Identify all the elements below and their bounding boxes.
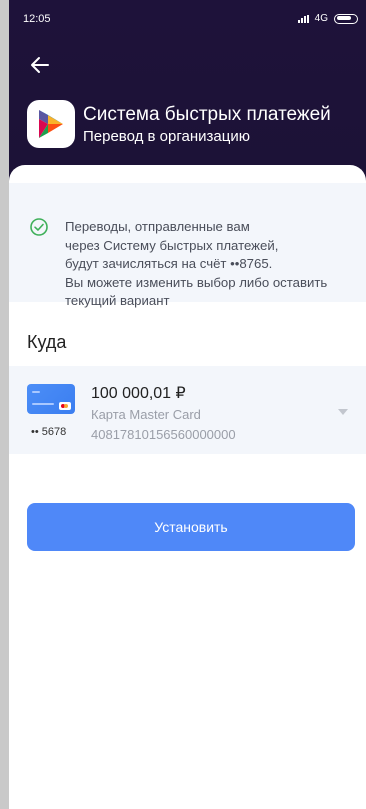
sbp-logo-icon: [39, 110, 63, 138]
chevron-down-icon: [338, 409, 348, 415]
info-line: через Систему быстрых платежей,: [65, 237, 279, 253]
bank-card-icon: [27, 384, 75, 414]
card-balance: 100 000,01 ₽: [91, 385, 186, 402]
status-bar: 12:05 4G: [9, 0, 366, 25]
set-button[interactable]: Установить: [27, 503, 355, 551]
account-number: 40817810156560000000: [91, 427, 236, 442]
arrow-left-icon: [31, 57, 49, 73]
status-indicators: 4G: [297, 13, 358, 24]
status-time: 12:05: [23, 13, 51, 25]
info-text: Переводы, отправленные вам через Систему…: [65, 218, 361, 311]
info-line: текущий вариант: [65, 293, 170, 308]
battery-icon: [334, 13, 358, 24]
screen: 12:05 4G Система быстрых платежей Перево…: [9, 0, 366, 809]
content-sheet: Переводы, отправленные вам через Систему…: [9, 165, 366, 809]
info-banner: Переводы, отправленные вам через Систему…: [9, 183, 366, 308]
section-title-destination: Куда: [27, 332, 67, 352]
info-line: Вы можете изменить выбор либо оставить: [65, 274, 328, 290]
back-button[interactable]: [27, 52, 53, 78]
page-subtitle: Перевод в организацию: [83, 128, 250, 145]
info-line: будут зачисляться на счёт ••8765.: [65, 256, 273, 271]
destination-card-select[interactable]: •• 5678 100 000,01 ₽ Карта Master Card 4…: [9, 366, 366, 454]
signal-icon: [297, 14, 309, 23]
network-type: 4G: [314, 13, 328, 24]
card-mask: •• 5678: [31, 426, 67, 438]
sbp-logo: [27, 100, 75, 148]
mastercard-icon: [59, 402, 71, 410]
card-name: Карта Master Card: [91, 407, 201, 422]
check-circle-icon: [30, 218, 48, 236]
page-title: Система быстрых платежей: [83, 104, 331, 125]
info-line: Переводы, отправленные вам: [65, 219, 250, 234]
